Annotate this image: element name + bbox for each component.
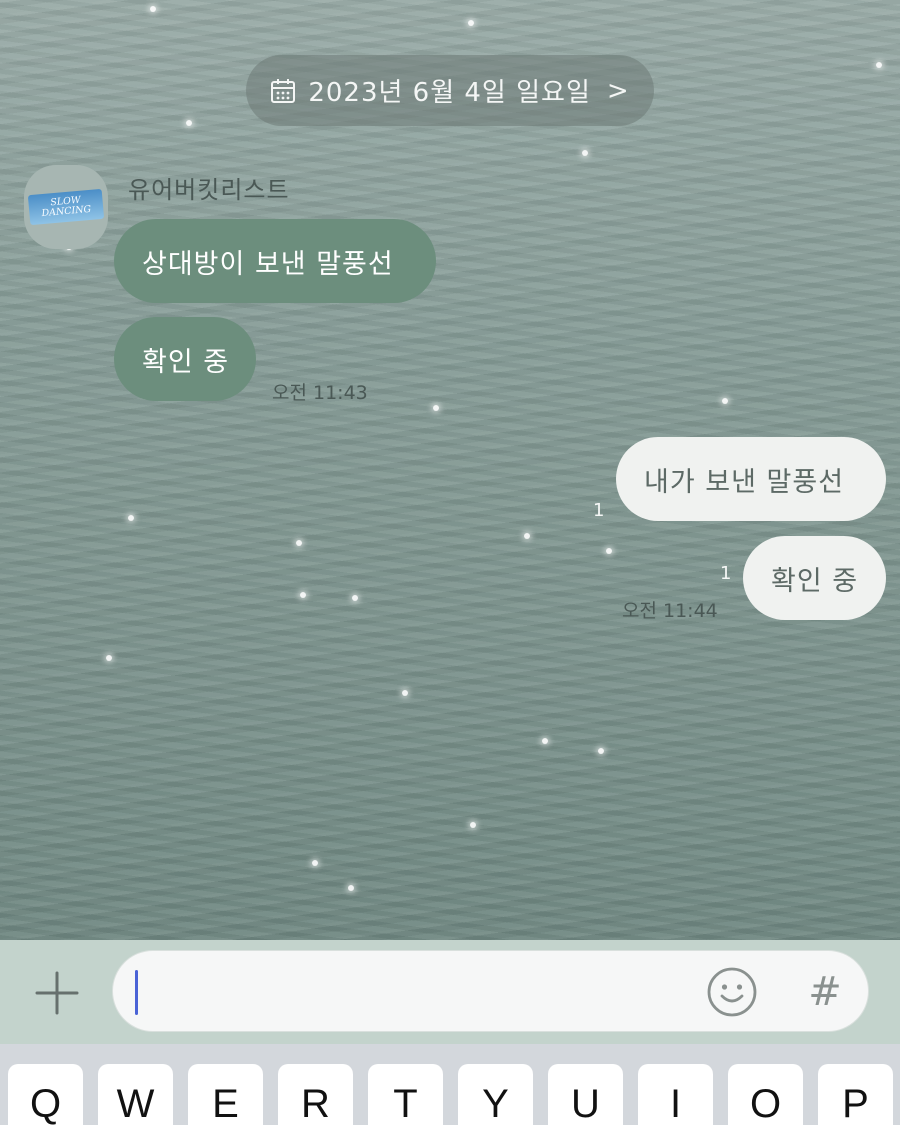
attach-button[interactable] xyxy=(30,966,84,1020)
message-text: 내가 보낸 말풍선 xyxy=(644,466,845,498)
received-message-bubble[interactable]: 상대방이 보낸 말풍선 xyxy=(114,219,436,303)
keyboard: Q W E R T Y U I O P xyxy=(0,1044,900,1125)
water-sparkle xyxy=(542,738,548,744)
message-field[interactable]: # xyxy=(112,950,869,1032)
message-text: 확인 중 xyxy=(771,565,859,597)
key-i[interactable]: I xyxy=(638,1064,713,1125)
sender-name: 유어버킷리스트 xyxy=(128,176,290,204)
avatar[interactable]: SLOW DANCING xyxy=(24,165,108,249)
water-sparkle xyxy=(150,6,156,12)
message-timestamp: 오전 11:44 xyxy=(622,600,718,622)
water-sparkle xyxy=(348,885,354,891)
plus-icon xyxy=(35,971,79,1015)
water-sparkle xyxy=(606,548,612,554)
key-u[interactable]: U xyxy=(548,1064,623,1125)
received-message-bubble[interactable]: 확인 중 xyxy=(114,317,256,401)
emoji-button[interactable] xyxy=(706,966,758,1018)
key-y[interactable]: Y xyxy=(458,1064,533,1125)
key-e[interactable]: E xyxy=(188,1064,263,1125)
key-t[interactable]: T xyxy=(368,1064,443,1125)
water-sparkle xyxy=(128,515,134,521)
sent-message-bubble[interactable]: 내가 보낸 말풍선 xyxy=(616,437,886,521)
water-sparkle xyxy=(106,655,112,661)
water-sparkle xyxy=(722,398,728,404)
chevron-right-icon: > xyxy=(606,75,630,106)
water-sparkle xyxy=(352,595,358,601)
key-o[interactable]: O xyxy=(728,1064,803,1125)
water-sparkle xyxy=(468,20,474,26)
message-timestamp: 오전 11:43 xyxy=(272,382,368,404)
unread-count: 1 xyxy=(720,563,732,584)
water-sparkle xyxy=(433,405,439,411)
message-text: 상대방이 보낸 말풍선 xyxy=(142,248,394,280)
key-q[interactable]: Q xyxy=(8,1064,83,1125)
water-sparkle xyxy=(470,822,476,828)
message-text: 확인 중 xyxy=(142,346,230,378)
date-label: 2023년 6월 4일 일요일 xyxy=(308,78,591,108)
hashtag-button[interactable]: # xyxy=(803,967,847,1017)
water-sparkle xyxy=(186,120,192,126)
water-sparkle xyxy=(296,540,302,546)
key-r[interactable]: R xyxy=(278,1064,353,1125)
water-sparkle xyxy=(524,533,530,539)
avatar-logo-image: SLOW DANCING xyxy=(27,188,105,226)
calendar-icon xyxy=(271,78,296,103)
water-sparkle xyxy=(402,690,408,696)
date-divider[interactable]: 2023년 6월 4일 일요일 > xyxy=(246,55,654,126)
water-sparkle xyxy=(300,592,306,598)
message-input[interactable] xyxy=(137,971,687,1013)
unread-count: 1 xyxy=(593,500,605,521)
water-sparkle xyxy=(582,150,588,156)
key-w[interactable]: W xyxy=(98,1064,173,1125)
sent-message-bubble[interactable]: 확인 중 xyxy=(743,536,886,620)
water-sparkle xyxy=(876,62,882,68)
text-cursor xyxy=(135,970,138,1015)
water-sparkle xyxy=(312,860,318,866)
smile-icon xyxy=(707,967,757,1017)
water-sparkle xyxy=(598,748,604,754)
key-p[interactable]: P xyxy=(818,1064,893,1125)
